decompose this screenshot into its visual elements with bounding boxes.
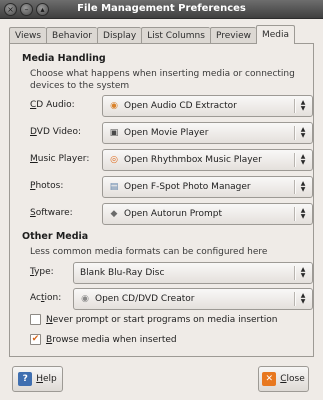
- photos-value: Open F-Spot Photo Manager: [124, 182, 251, 192]
- action-value: Open CD/DVD Creator: [95, 294, 195, 304]
- tab-media[interactable]: Media: [256, 25, 296, 44]
- type-select[interactable]: Blank Blu-Ray Disc ▲ ▼: [73, 262, 313, 284]
- combo-arrows-icon: ▲ ▼: [300, 153, 306, 166]
- combo-arrows-icon: ▲ ▼: [300, 180, 306, 193]
- cd-creator-icon: ◉: [81, 293, 89, 304]
- help-button[interactable]: ? Help: [12, 366, 63, 392]
- tab-list-columns[interactable]: List Columns: [141, 27, 210, 44]
- film-icon: ▣: [109, 127, 119, 138]
- tab-preview[interactable]: Preview: [209, 27, 256, 44]
- media-panel: Media Handling Choose what happens when …: [9, 43, 314, 357]
- browse-media-checkbox[interactable]: ✔: [30, 334, 41, 345]
- close-label: Close: [280, 374, 305, 384]
- close-button[interactable]: ✕ Close: [258, 366, 309, 392]
- tab-views[interactable]: Views: [9, 27, 47, 44]
- combo-arrows-icon: ▲ ▼: [300, 99, 306, 112]
- cd-audio-value: Open Audio CD Extractor: [124, 101, 237, 111]
- software-select[interactable]: ◆ Open Autorun Prompt ▲ ▼: [102, 203, 313, 225]
- never-prompt-checkbox-row[interactable]: Never prompt or start programs on media …: [30, 314, 277, 325]
- tab-display[interactable]: Display: [97, 27, 142, 44]
- rhythmbox-icon: ◎: [110, 154, 118, 165]
- cd-audio-label: CD Audio:: [30, 100, 75, 110]
- type-label: Type:: [30, 267, 54, 277]
- combo-arrows-icon: ▲ ▼: [300, 207, 306, 220]
- help-icon: ?: [18, 372, 33, 386]
- music-player-label: Music Player:: [30, 154, 90, 164]
- music-player-select[interactable]: ◎ Open Rhythmbox Music Player ▲ ▼: [102, 149, 313, 171]
- cd-audio-select[interactable]: ◉ Open Audio CD Extractor ▲ ▼: [102, 95, 313, 117]
- software-label: Software:: [30, 208, 73, 218]
- photos-select[interactable]: ▤ Open F-Spot Photo Manager ▲ ▼: [102, 176, 313, 198]
- close-icon: ✕: [262, 372, 277, 386]
- tab-bar: Views Behavior Display List Columns Prev…: [9, 25, 296, 44]
- never-prompt-checkbox[interactable]: [30, 314, 41, 325]
- help-label: Help: [36, 374, 57, 384]
- dvd-video-value: Open Movie Player: [124, 128, 209, 138]
- action-label: Action:: [30, 293, 62, 303]
- browse-media-checkbox-row[interactable]: ✔ Browse media when inserted: [30, 334, 177, 345]
- action-select[interactable]: ◉ Open CD/DVD Creator ▲ ▼: [73, 288, 313, 310]
- dvd-video-label: DVD Video:: [30, 127, 81, 137]
- f-spot-icon: ▤: [109, 181, 119, 192]
- combo-arrows-icon: ▲ ▼: [300, 292, 306, 305]
- window-title: File Management Preferences: [77, 3, 246, 14]
- photos-label: Photos:: [30, 181, 64, 191]
- browse-media-label: Browse media when inserted: [46, 334, 177, 345]
- cd-audio-icon: ◉: [110, 100, 118, 111]
- software-value: Open Autorun Prompt: [124, 209, 223, 219]
- media-handling-heading: Media Handling: [22, 53, 106, 64]
- type-value: Blank Blu-Ray Disc: [80, 268, 165, 278]
- combo-arrows-icon: ▲ ▼: [300, 126, 306, 139]
- never-prompt-label: Never prompt or start programs on media …: [46, 314, 278, 325]
- dvd-video-select[interactable]: ▣ Open Movie Player ▲ ▼: [102, 122, 313, 144]
- title-bar: × – ▴ File Management Preferences: [0, 0, 323, 19]
- combo-arrows-icon: ▲ ▼: [300, 266, 306, 279]
- tab-behavior[interactable]: Behavior: [46, 27, 98, 44]
- media-handling-description: Choose what happens when inserting media…: [30, 69, 295, 91]
- other-media-heading: Other Media: [22, 231, 89, 242]
- other-media-description: Less common media formats can be configu…: [30, 247, 268, 257]
- music-player-value: Open Rhythmbox Music Player: [124, 155, 262, 165]
- autorun-icon: ◆: [110, 208, 118, 219]
